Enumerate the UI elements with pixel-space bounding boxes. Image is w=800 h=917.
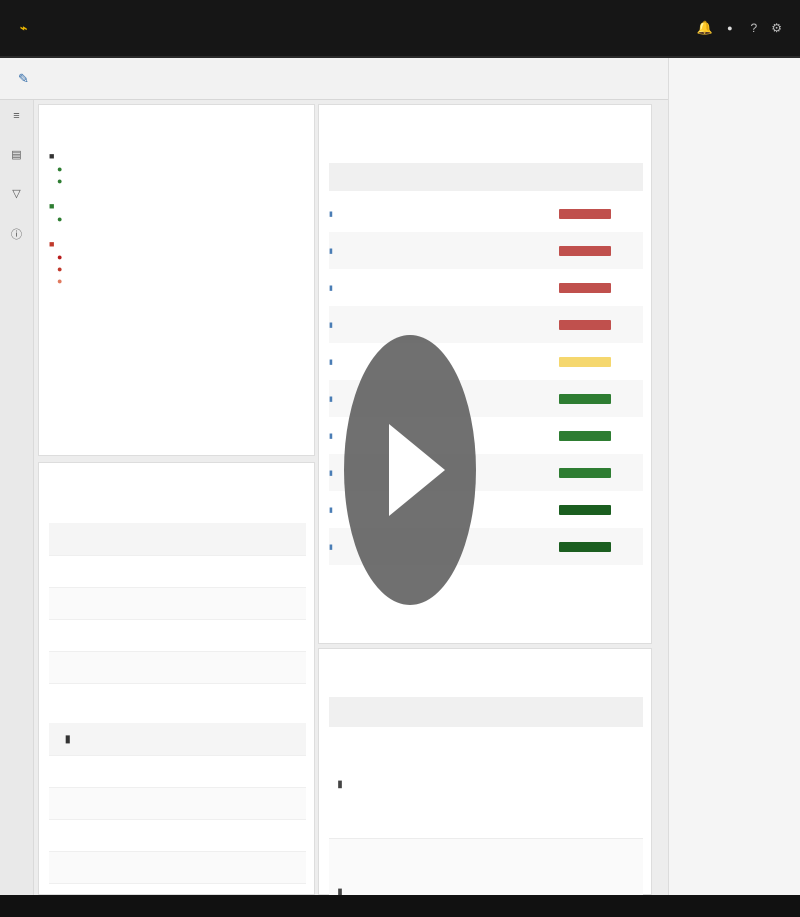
health-bar bbox=[559, 245, 611, 256]
health-bar bbox=[559, 319, 611, 330]
topbar-actions: 🔔 ● ? ⚙ bbox=[697, 20, 782, 36]
table-row[interactable]: ▮ bbox=[329, 232, 643, 269]
menu-icon[interactable]: ≡ bbox=[13, 110, 19, 122]
status-icon: ■ bbox=[49, 238, 55, 249]
details-section-header bbox=[49, 523, 306, 555]
notification-tree-panel: ■ ● ● ■ ● ■ ● ● ● bbox=[38, 104, 315, 456]
server-icon: ▮ bbox=[65, 733, 71, 745]
tree-group: ■ ● ● bbox=[49, 149, 304, 187]
server-icon: ▮ bbox=[329, 469, 333, 477]
table-header bbox=[329, 163, 643, 191]
status-icon: ● bbox=[57, 275, 63, 286]
details-row bbox=[49, 755, 306, 787]
status-icon: ● bbox=[57, 213, 63, 224]
notification-tree: ■ ● ● ■ ● ■ ● ● ● bbox=[49, 149, 304, 299]
details-row bbox=[49, 851, 306, 883]
health-bar bbox=[559, 467, 611, 478]
host-name-cell[interactable]: ▮ bbox=[329, 210, 475, 218]
edit-icon[interactable]: ✎ bbox=[18, 71, 29, 87]
tree-item[interactable]: ● bbox=[57, 263, 304, 275]
table-row[interactable]: ▮ bbox=[329, 195, 643, 232]
server-icon: ▮ bbox=[329, 247, 333, 255]
details-row bbox=[49, 587, 306, 619]
tree-item[interactable]: ● bbox=[57, 275, 304, 287]
server-icon: ▮ bbox=[329, 358, 333, 366]
health-bar bbox=[559, 541, 611, 552]
settings-icon[interactable]: ⚙ bbox=[771, 21, 782, 35]
recent-alerts-panel: ▮ ▮ bbox=[318, 648, 652, 917]
status-icon: ● bbox=[57, 163, 63, 174]
details-row bbox=[49, 787, 306, 819]
details-row bbox=[49, 555, 306, 587]
tree-item[interactable]: ● bbox=[57, 163, 304, 175]
health-bar bbox=[559, 393, 611, 404]
filter-icon[interactable]: ▽ bbox=[12, 187, 20, 200]
tree-item[interactable]: ● bbox=[57, 251, 304, 263]
host-name-cell[interactable]: ▮ bbox=[329, 321, 475, 329]
page-header: ✎ bbox=[0, 58, 668, 100]
server-icon: ▮ bbox=[329, 395, 333, 403]
alerts-table-body: ▮ ▮ bbox=[329, 731, 643, 917]
status-icon: ● bbox=[57, 251, 63, 262]
tree-group-head[interactable]: ■ bbox=[49, 149, 304, 163]
top-navigation-bar: ⌁ 🔔 ● ? ⚙ bbox=[0, 0, 800, 58]
tree-group-head[interactable]: ■ bbox=[49, 199, 304, 213]
play-icon bbox=[389, 424, 445, 516]
health-bar bbox=[559, 504, 611, 515]
details-section-header: ▮ bbox=[49, 723, 306, 755]
right-side-panel bbox=[668, 58, 800, 895]
server-icon: ▮ bbox=[329, 543, 333, 551]
tree-group-head[interactable]: ■ bbox=[49, 237, 304, 251]
table-row[interactable]: ▮ bbox=[329, 731, 643, 839]
server-icon: ▮ bbox=[329, 210, 333, 218]
table-row[interactable]: ▮ bbox=[329, 306, 643, 343]
logo-mark-icon: ⌁ bbox=[20, 21, 28, 35]
user-menu[interactable]: ● bbox=[727, 23, 736, 33]
video-play-button[interactable] bbox=[344, 335, 476, 605]
details-row bbox=[49, 651, 306, 683]
info-icon[interactable]: ⓘ bbox=[11, 226, 22, 242]
tree-group: ■ ● ● ● bbox=[49, 237, 304, 287]
details-row bbox=[49, 619, 306, 651]
tree-item[interactable]: ● bbox=[57, 175, 304, 187]
server-icon: ▮ bbox=[329, 321, 333, 329]
left-rail: ≡ ▤ ▽ ⓘ bbox=[0, 100, 34, 895]
server-icon: ▮ bbox=[337, 779, 343, 790]
table-row[interactable]: ▮ bbox=[329, 269, 643, 306]
details-panel: ▮ bbox=[38, 462, 315, 895]
status-icon: ■ bbox=[49, 200, 55, 211]
help-icon[interactable]: ? bbox=[751, 21, 758, 35]
server-icon: ▮ bbox=[329, 432, 333, 440]
status-icon: ■ bbox=[49, 150, 55, 161]
tree-item[interactable]: ● bbox=[57, 213, 304, 225]
host-name-cell[interactable]: ▮ bbox=[329, 247, 475, 255]
server-icon: ▮ bbox=[329, 506, 333, 514]
health-bar bbox=[559, 356, 611, 367]
app-logo[interactable]: ⌁ bbox=[18, 21, 27, 35]
details-table: ▮ bbox=[49, 523, 306, 915]
tree-group: ■ ● bbox=[49, 199, 304, 225]
health-bar bbox=[559, 430, 611, 441]
details-row bbox=[49, 683, 306, 715]
list-icon[interactable]: ▤ bbox=[11, 148, 21, 161]
table-header bbox=[329, 697, 643, 727]
details-row bbox=[49, 819, 306, 851]
bell-icon[interactable]: 🔔 bbox=[697, 20, 713, 36]
bottom-bar bbox=[0, 895, 800, 917]
host-name-cell[interactable]: ▮ bbox=[329, 284, 475, 292]
health-bar bbox=[559, 282, 611, 293]
status-icon: ● bbox=[57, 175, 63, 186]
server-icon: ▮ bbox=[329, 284, 333, 292]
health-bar bbox=[559, 208, 611, 219]
status-icon: ● bbox=[57, 263, 63, 274]
user-icon: ● bbox=[727, 23, 733, 33]
